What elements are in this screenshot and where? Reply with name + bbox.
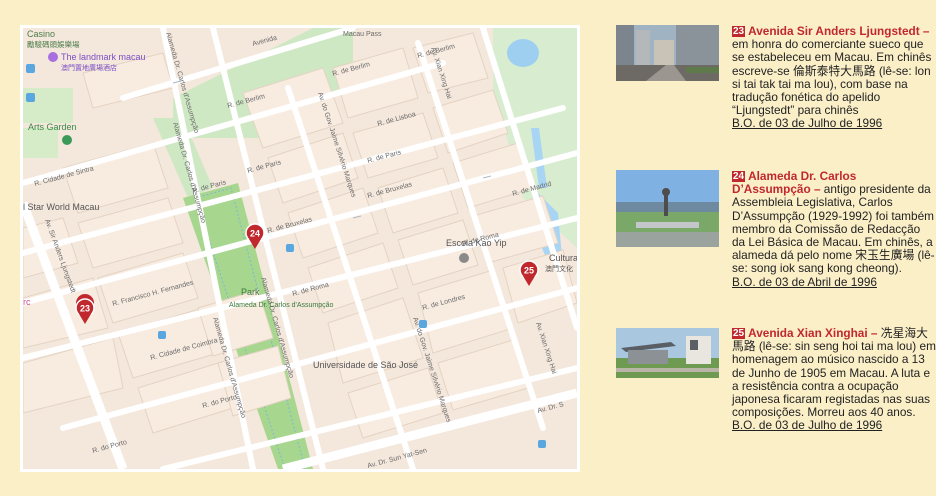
- poi-escola[interactable]: Escola Kao Yip: [446, 238, 507, 248]
- poi-cultura[interactable]: Cultura: [549, 253, 577, 263]
- poi-park: Park: [241, 287, 260, 297]
- street-map[interactable]: Avenida Macau Pass R. de Berlim R. de Be…: [20, 25, 580, 472]
- marker-24-label: 24: [250, 229, 260, 239]
- poi-star-world[interactable]: l Star World Macau: [23, 202, 99, 212]
- poi-park-sub: Alameda Dr. Carlos d'Assumpção: [229, 302, 334, 309]
- poi-universidade[interactable]: Universidade de São José: [313, 360, 418, 370]
- poi-rc: rc: [23, 297, 31, 307]
- label-macau-pass: Macau Pass: [343, 31, 382, 38]
- poi-casino[interactable]: Casino: [27, 29, 55, 39]
- entry-23-title: Avenida Sir Anders Ljungstedt –: [748, 24, 930, 38]
- entry-24-body: antigo presidente da Assembleia Legislat…: [732, 182, 935, 276]
- transit-icon: [26, 64, 35, 73]
- entry-25-number: 25: [732, 328, 746, 339]
- school-pin-icon: [459, 253, 469, 263]
- entry-25-body: 冼星海大馬路 (lê-se: sin seng hoi tai ma lou) …: [732, 326, 936, 420]
- transit-icon-2: [26, 93, 35, 102]
- photo-alameda-carlos: [616, 170, 719, 247]
- entry-25-bo: B.O. de 03 de Julho de 1996: [732, 418, 883, 433]
- photo-avenida-sir-anders: [616, 25, 719, 81]
- entry-23-number: 23: [732, 26, 746, 37]
- entry-23-bo: B.O. de 03 de Julho de 1996: [732, 116, 883, 131]
- lake: [507, 39, 539, 67]
- poi-landmark[interactable]: The landmark macau: [61, 52, 146, 62]
- marker-25-label: 25: [524, 266, 534, 276]
- poi-casino-cn: 勵駿碼頭娛樂場: [27, 39, 80, 49]
- marker-23-label: 23: [80, 304, 90, 314]
- garden-pin-icon: [62, 135, 72, 145]
- photo-avenida-xian: [616, 328, 719, 378]
- entry-25-title: Avenida Xian Xinghai –: [748, 326, 878, 340]
- poi-arts-garden[interactable]: Arts Garden: [28, 122, 77, 132]
- poi-landmark-cn: 澳門置地廣場酒店: [61, 63, 117, 72]
- entry-24-bo: B.O. de 03 de Abril de 1996: [732, 274, 877, 289]
- landmark-pin-icon: [48, 52, 58, 62]
- entry-24-number: 24: [732, 171, 746, 182]
- entry-23-body: em honra do comerciante sueco que se est…: [732, 37, 932, 118]
- poi-cultura-cn: 澳門文化: [545, 264, 573, 273]
